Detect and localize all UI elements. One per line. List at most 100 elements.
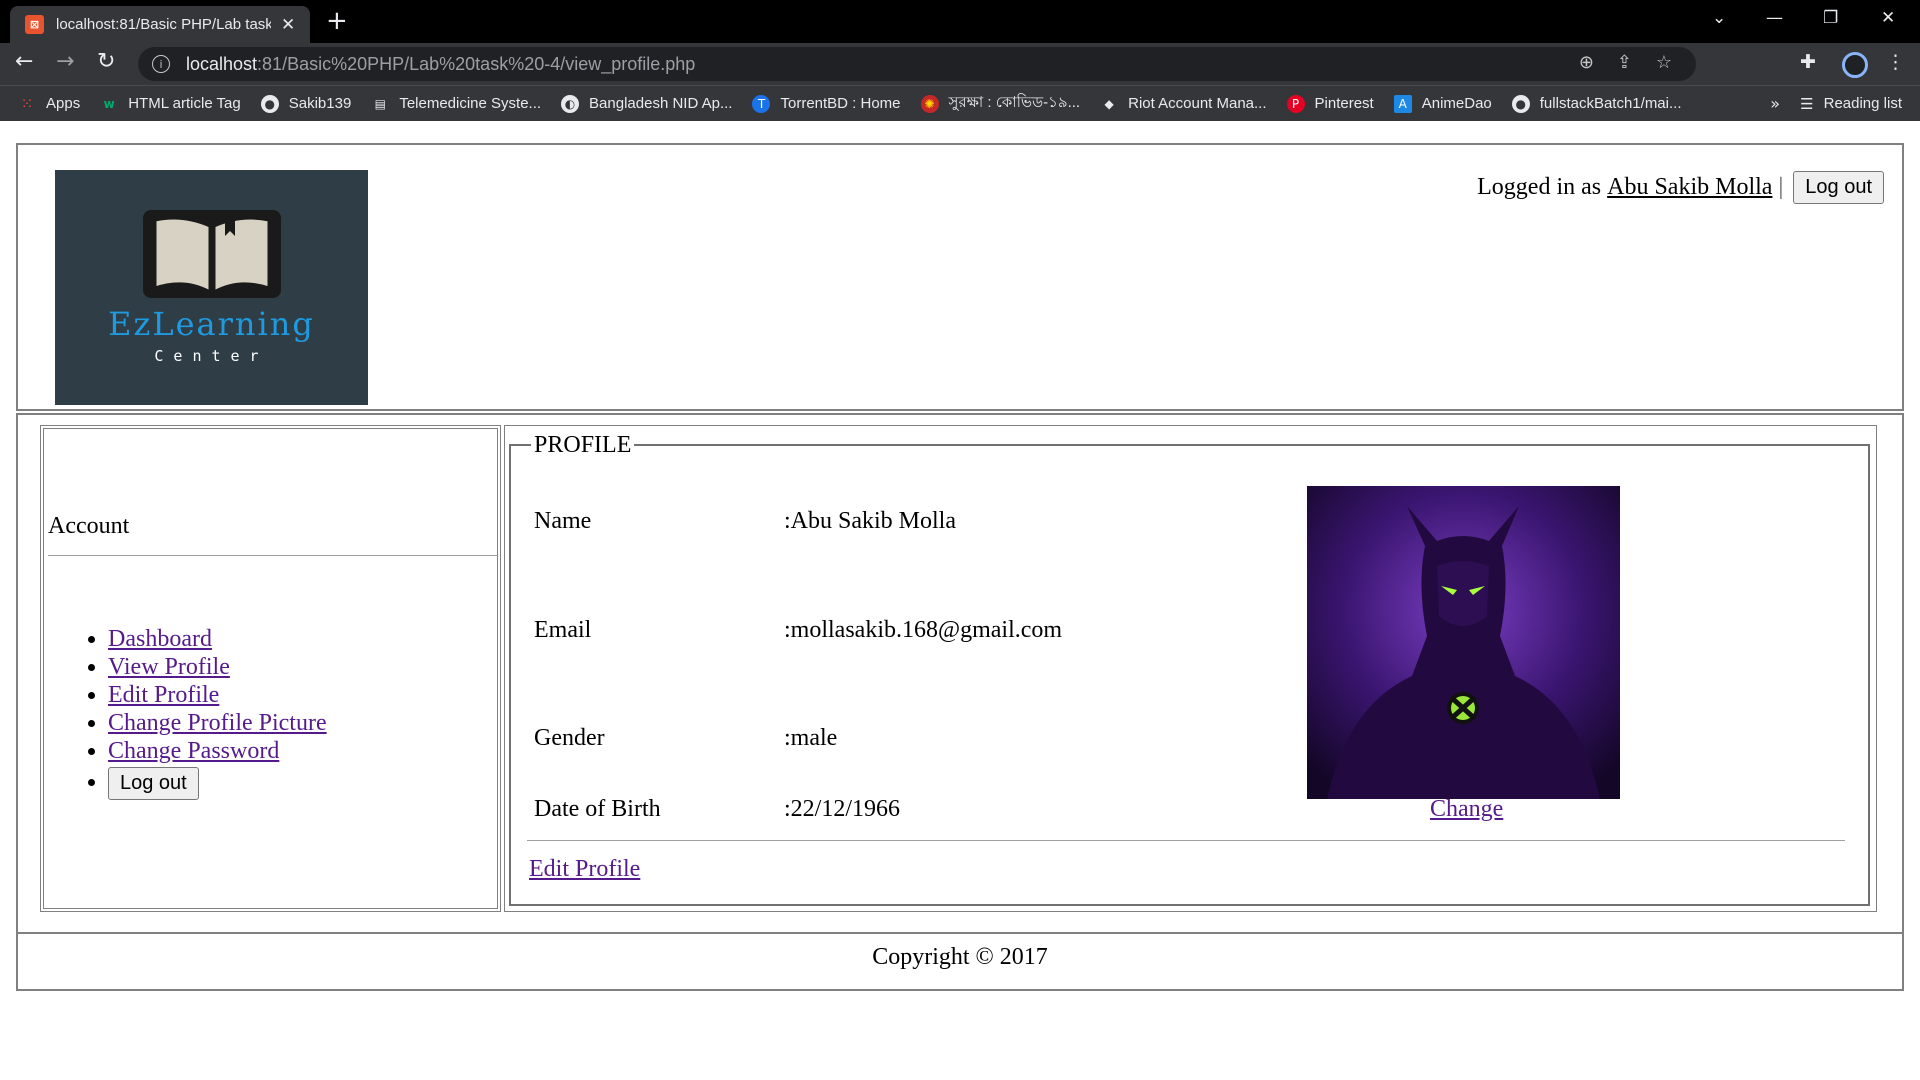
riot-icon: ◆ xyxy=(1104,96,1114,111)
footer-section: Copyright © 2017 xyxy=(16,932,1904,991)
reading-list-button[interactable]: ☰ Reading list xyxy=(1800,95,1902,113)
bookmark-item[interactable]: ● fullstackBatch1/mai... xyxy=(1511,94,1682,113)
browser-tab[interactable]: ⊠ localhost:81/Basic PHP/Lab task ✕ xyxy=(10,6,310,43)
bookmark-label: Bangladesh NID Ap... xyxy=(589,95,733,112)
tab-search-chevron-icon[interactable]: ⌄ xyxy=(1712,8,1726,28)
profile-panel: PROFILE Name :Abu Sakib Molla Email :mol… xyxy=(504,425,1877,912)
bookmark-item[interactable]: A AnimeDao xyxy=(1393,94,1492,113)
apps-grid-icon: ⁙ xyxy=(20,94,34,113)
sidebar: Account Dashboard View Profile Edit Prof… xyxy=(40,425,501,912)
sidebar-link-edit-profile[interactable]: Edit Profile xyxy=(108,682,219,708)
separator: | xyxy=(1778,174,1784,200)
bookmark-star-icon[interactable]: ☆ xyxy=(1656,52,1672,73)
sidebar-item-change-picture: Change Profile Picture xyxy=(108,709,327,737)
site-info-icon[interactable]: i xyxy=(152,55,170,73)
bookmark-label: Riot Account Mana... xyxy=(1128,95,1267,112)
bookmark-item[interactable]: ▤ Telemedicine Syste... xyxy=(371,95,541,113)
animedao-icon: A xyxy=(1393,94,1412,113)
forward-icon[interactable]: → xyxy=(56,49,74,74)
sidebar-item-view-profile: View Profile xyxy=(108,653,327,681)
back-icon[interactable]: ← xyxy=(15,49,33,74)
profile-legend: PROFILE xyxy=(531,432,635,459)
reload-icon[interactable]: ↻ xyxy=(97,49,115,74)
bookmarks-bar: ⁙ Apps w HTML article Tag ● Sakib139 ▤ Telem… xyxy=(0,85,1920,121)
bookmark-label: সুরক্ষা : কোভিড-১৯... xyxy=(948,94,1081,111)
logo-subtitle: Center xyxy=(154,347,269,365)
book-icon xyxy=(143,210,281,298)
field-label-email: Email xyxy=(534,617,592,643)
tab-title: localhost:81/Basic PHP/Lab task xyxy=(56,16,271,33)
close-window-icon[interactable]: ✕ xyxy=(1881,8,1895,28)
github-icon: ● xyxy=(260,94,279,113)
sidebar-title: Account xyxy=(48,513,130,539)
field-label-dob: Date of Birth xyxy=(534,796,661,822)
user-name-link[interactable]: Abu Sakib Molla xyxy=(1607,174,1772,201)
minimize-icon[interactable]: — xyxy=(1766,8,1783,28)
browser-toolbar: ← → ↻ i localhost:81/Basic%20PHP/Lab%20t… xyxy=(0,43,1920,85)
field-value-dob: :22/12/1966 xyxy=(784,796,901,822)
edit-profile-link[interactable]: Edit Profile xyxy=(529,856,640,883)
extensions-icon[interactable]: ✚ xyxy=(1800,51,1816,73)
more-bookmarks-icon[interactable]: » xyxy=(1770,94,1780,113)
main-section: Account Dashboard View Profile Edit Prof… xyxy=(16,413,1904,935)
torrent-icon: T xyxy=(752,94,771,113)
w3-icon: w xyxy=(103,96,115,111)
doc-icon: ▤ xyxy=(374,96,386,111)
bookmark-item[interactable]: T TorrentBD : Home xyxy=(752,94,901,113)
login-status: Logged in as Abu Sakib Molla | Log out xyxy=(1477,171,1884,204)
new-tab-icon[interactable]: + xyxy=(326,6,348,36)
bookmark-label: fullstackBatch1/mai... xyxy=(1539,95,1682,112)
browser-menu-icon[interactable]: ⋮ xyxy=(1886,51,1905,73)
xampp-favicon-icon: ⊠ xyxy=(25,15,44,34)
pinterest-icon: P xyxy=(1286,94,1305,113)
sidebar-divider xyxy=(48,555,498,556)
restore-icon[interactable]: ❐ xyxy=(1823,8,1838,28)
profile-avatar-icon[interactable] xyxy=(1842,52,1868,78)
bookmark-label: TorrentBD : Home xyxy=(780,95,901,112)
sidebar-item-dashboard: Dashboard xyxy=(108,625,327,653)
bookmark-label: HTML article Tag xyxy=(128,95,241,112)
bookmark-item[interactable]: ✺ সুরক্ষা : কোভিড-১৯... xyxy=(920,91,1081,116)
sidebar-item-edit-profile: Edit Profile xyxy=(108,681,327,709)
site-logo: EzLearning Center xyxy=(55,170,368,405)
change-picture-link[interactable]: Change xyxy=(1430,796,1503,823)
profile-divider xyxy=(527,840,1845,841)
url-text[interactable]: localhost:81/Basic%20PHP/Lab%20task%20-4… xyxy=(186,54,695,75)
field-label-gender: Gender xyxy=(534,725,605,751)
sidebar-link-dashboard[interactable]: Dashboard xyxy=(108,626,212,652)
bookmark-item[interactable]: w HTML article Tag xyxy=(100,95,241,113)
bookmark-item[interactable]: ◐ Bangladesh NID Ap... xyxy=(561,94,733,113)
bookmark-label: Telemedicine Syste... xyxy=(399,95,542,112)
url-host: localhost xyxy=(186,53,258,74)
profile-picture xyxy=(1307,486,1620,799)
sidebar-item-logout: Log out xyxy=(108,767,327,800)
field-label-name: Name xyxy=(534,508,592,534)
web-page: EzLearning Center Logged in as Abu Sakib… xyxy=(0,128,1920,1080)
bookmark-item[interactable]: ⁙ Apps xyxy=(18,94,81,113)
sidebar-logout-button[interactable]: Log out xyxy=(108,767,199,800)
profile-fieldset: PROFILE Name :Abu Sakib Molla Email :mol… xyxy=(509,432,1870,906)
field-value-email: :mollasakib.168@gmail.com xyxy=(784,617,1063,643)
bookmark-item[interactable]: P Pinterest xyxy=(1286,94,1374,113)
browser-tab-bar: ⊠ localhost:81/Basic PHP/Lab task ✕ + ⌄ … xyxy=(0,0,1920,43)
sidebar-inner: Account Dashboard View Profile Edit Prof… xyxy=(43,428,498,909)
share-icon[interactable]: ⇪ xyxy=(1617,52,1632,73)
logo-title: EzLearning xyxy=(108,305,315,343)
github-icon: ● xyxy=(1511,94,1530,113)
zoom-icon[interactable]: ⊕ xyxy=(1579,52,1594,73)
sidebar-link-view-profile[interactable]: View Profile xyxy=(108,654,230,680)
header-section: EzLearning Center Logged in as Abu Sakib… xyxy=(16,143,1904,411)
header-logout-button[interactable]: Log out xyxy=(1793,171,1884,204)
bookmark-item[interactable]: ● Sakib139 xyxy=(260,94,352,113)
sidebar-link-change-picture[interactable]: Change Profile Picture xyxy=(108,710,327,736)
tab-close-icon[interactable]: ✕ xyxy=(281,15,295,35)
bookmark-label: AnimeDao xyxy=(1421,95,1492,112)
bookmark-label: Apps xyxy=(46,95,81,112)
bookmark-label: Sakib139 xyxy=(288,95,352,112)
sidebar-link-change-password[interactable]: Change Password xyxy=(108,738,279,764)
reading-list-label: Reading list xyxy=(1823,95,1902,112)
sidebar-item-change-password: Change Password xyxy=(108,737,327,765)
reading-list-icon: ☰ xyxy=(1800,94,1814,113)
bookmark-item[interactable]: ◆ Riot Account Mana... xyxy=(1100,95,1266,113)
address-bar[interactable]: i localhost:81/Basic%20PHP/Lab%20task%20… xyxy=(138,47,1696,81)
